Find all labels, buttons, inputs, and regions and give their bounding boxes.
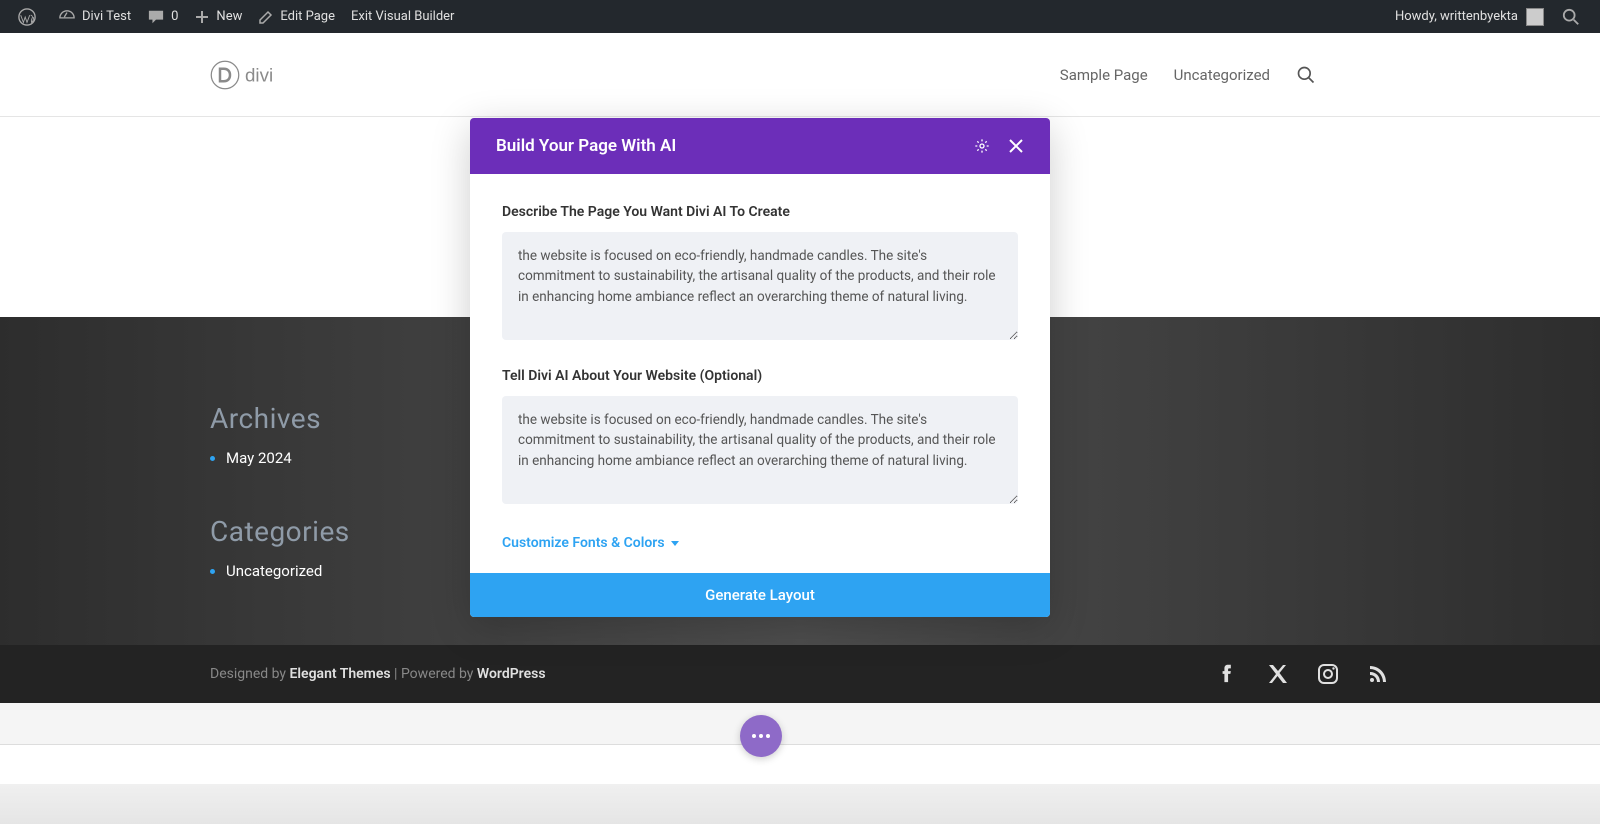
rss-icon[interactable] — [1366, 662, 1390, 686]
site-logo[interactable]: divi — [40, 53, 310, 97]
browser-chrome — [0, 784, 1600, 824]
elegant-themes-link[interactable]: Elegant Themes — [290, 666, 391, 682]
plus-icon — [194, 9, 210, 25]
x-twitter-icon[interactable] — [1266, 662, 1290, 686]
site-footer: Designed by Elegant Themes | Powered by … — [0, 645, 1600, 703]
wp-logo-menu[interactable] — [10, 0, 50, 33]
nav-uncategorized[interactable]: Uncategorized — [1174, 66, 1270, 84]
modal-header: Build Your Page With AI — [470, 118, 1050, 174]
comment-icon — [147, 9, 165, 25]
new-label: New — [216, 9, 242, 24]
generate-layout-button[interactable]: Generate Layout — [470, 573, 1050, 617]
ellipsis-icon — [752, 734, 770, 738]
modal-close-button[interactable] — [1008, 138, 1024, 154]
close-icon — [1008, 138, 1024, 154]
customize-fonts-colors-link[interactable]: Customize Fonts & Colors — [502, 535, 679, 551]
about-website-textarea[interactable] — [502, 396, 1018, 504]
main-nav: Sample Page Uncategorized — [1060, 65, 1560, 85]
modal-title: Build Your Page With AI — [496, 136, 676, 156]
search-icon — [1296, 65, 1316, 85]
exit-builder-label: Exit Visual Builder — [351, 9, 454, 24]
modal-header-icons — [974, 138, 1024, 154]
wordpress-icon — [18, 8, 36, 26]
about-website-label: Tell Divi AI About Your Website (Optiona… — [502, 368, 1018, 384]
facebook-icon[interactable] — [1218, 662, 1240, 684]
site-header: divi Sample Page Uncategorized — [0, 33, 1600, 117]
instagram-icon[interactable] — [1316, 662, 1340, 686]
howdy-label: Howdy, writtenbyekta — [1395, 9, 1518, 24]
exit-builder-menu[interactable]: Exit Visual Builder — [343, 0, 462, 33]
divi-fab-button[interactable] — [740, 715, 782, 757]
pencil-icon — [258, 9, 274, 25]
customize-link-label: Customize Fonts & Colors — [502, 535, 665, 551]
wordpress-link[interactable]: WordPress — [477, 666, 546, 682]
site-name-menu[interactable]: Divi Test — [50, 0, 139, 33]
admin-search-button[interactable] — [1552, 0, 1590, 33]
comments-count: 0 — [171, 9, 178, 24]
chevron-down-icon — [671, 541, 679, 546]
gear-icon — [974, 138, 990, 154]
edit-page-label: Edit Page — [280, 9, 335, 24]
new-content-menu[interactable]: New — [186, 0, 250, 33]
footer-credits: Designed by Elegant Themes | Powered by … — [210, 666, 546, 682]
nav-sample-page[interactable]: Sample Page — [1060, 66, 1148, 84]
edit-page-menu[interactable]: Edit Page — [250, 0, 343, 33]
site-name-label: Divi Test — [82, 9, 131, 24]
wp-admin-bar: Divi Test 0 New Edit Page Exit Visual Bu… — [0, 0, 1600, 33]
modal-body: Describe The Page You Want Divi AI To Cr… — [470, 174, 1050, 573]
avatar — [1526, 8, 1544, 26]
nav-search-button[interactable] — [1296, 65, 1316, 85]
designed-by-text: Designed by — [210, 666, 290, 682]
describe-page-label: Describe The Page You Want Divi AI To Cr… — [502, 204, 1018, 220]
modal-settings-button[interactable] — [974, 138, 990, 154]
powered-by-text: | Powered by — [391, 666, 477, 682]
admin-bar-left: Divi Test 0 New Edit Page Exit Visual Bu… — [10, 0, 462, 33]
comments-menu[interactable]: 0 — [139, 0, 186, 33]
dashboard-icon — [58, 9, 76, 25]
ai-builder-modal: Build Your Page With AI Describe The Pag… — [470, 118, 1050, 617]
admin-bar-right: Howdy, writtenbyekta — [1387, 0, 1590, 33]
user-menu[interactable]: Howdy, writtenbyekta — [1387, 0, 1552, 33]
search-icon — [1562, 8, 1580, 26]
divi-logo-icon: divi — [210, 53, 310, 97]
svg-text:divi: divi — [245, 64, 273, 85]
describe-page-textarea[interactable] — [502, 232, 1018, 340]
social-icons — [1218, 662, 1390, 686]
